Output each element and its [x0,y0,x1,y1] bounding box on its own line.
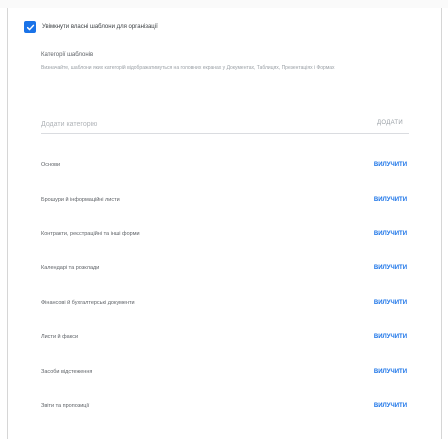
list-item: Звіти та пропозиції ВИЛУЧИТИ [41,389,409,423]
enable-templates-checkbox[interactable] [24,21,36,33]
list-item: Фінансові й бухгалтерські документи ВИЛУ… [41,286,409,320]
category-name: Фінансові й бухгалтерські документи [41,299,135,306]
remove-category-button[interactable]: ВИЛУЧИТИ [374,334,407,340]
category-name: Засоби відстеження [41,368,93,375]
category-name: Основи [41,162,61,169]
enable-custom-templates-row[interactable]: Увімкнути власні шаблони для організації [24,20,158,34]
remove-category-button[interactable]: ВИЛУЧИТИ [374,231,407,237]
remove-category-button[interactable]: ВИЛУЧИТИ [374,300,407,306]
category-name: Календарі та розклади [41,265,100,272]
template-settings-panel: Увімкнути власні шаблони для організації… [7,8,442,439]
category-name: Брошури й інформаційні листи [41,196,120,203]
category-list: Основи ВИЛУЧИТИ Брошури й інформаційні л… [41,148,409,423]
list-item: Засоби відстеження ВИЛУЧИТИ [41,354,409,388]
list-item: Контракти, реєстраційні та інші форми ВИ… [41,217,409,251]
remove-category-button[interactable]: ВИЛУЧИТИ [374,197,407,203]
list-item: Брошури й інформаційні листи ВИЛУЧИТИ [41,182,409,216]
section-title: Категорії шаблонів [41,52,94,58]
category-name: Листи й факси [41,334,79,341]
category-name: Контракти, реєстраційні та інші форми [41,230,140,237]
remove-category-button[interactable]: ВИЛУЧИТИ [374,265,407,271]
section-description: Визначайте, шаблони яких категорій відоб… [41,65,335,71]
remove-category-button[interactable]: ВИЛУЧИТИ [374,369,407,375]
top-strip [0,0,448,8]
add-category-row: ДОДАТИ [41,111,409,134]
list-item: Основи ВИЛУЧИТИ [41,148,409,182]
list-item: Листи й факси ВИЛУЧИТИ [41,320,409,354]
remove-category-button[interactable]: ВИЛУЧИТИ [374,162,407,168]
list-item: Календарі та розклади ВИЛУЧИТИ [41,251,409,285]
category-name: Звіти та пропозиції [41,402,90,409]
enable-templates-label: Увімкнути власні шаблони для організації [42,24,158,30]
add-category-input[interactable] [41,117,341,131]
remove-category-button[interactable]: ВИЛУЧИТИ [374,403,407,409]
add-category-button[interactable]: ДОДАТИ [377,120,403,126]
checkmark-icon [26,24,34,30]
